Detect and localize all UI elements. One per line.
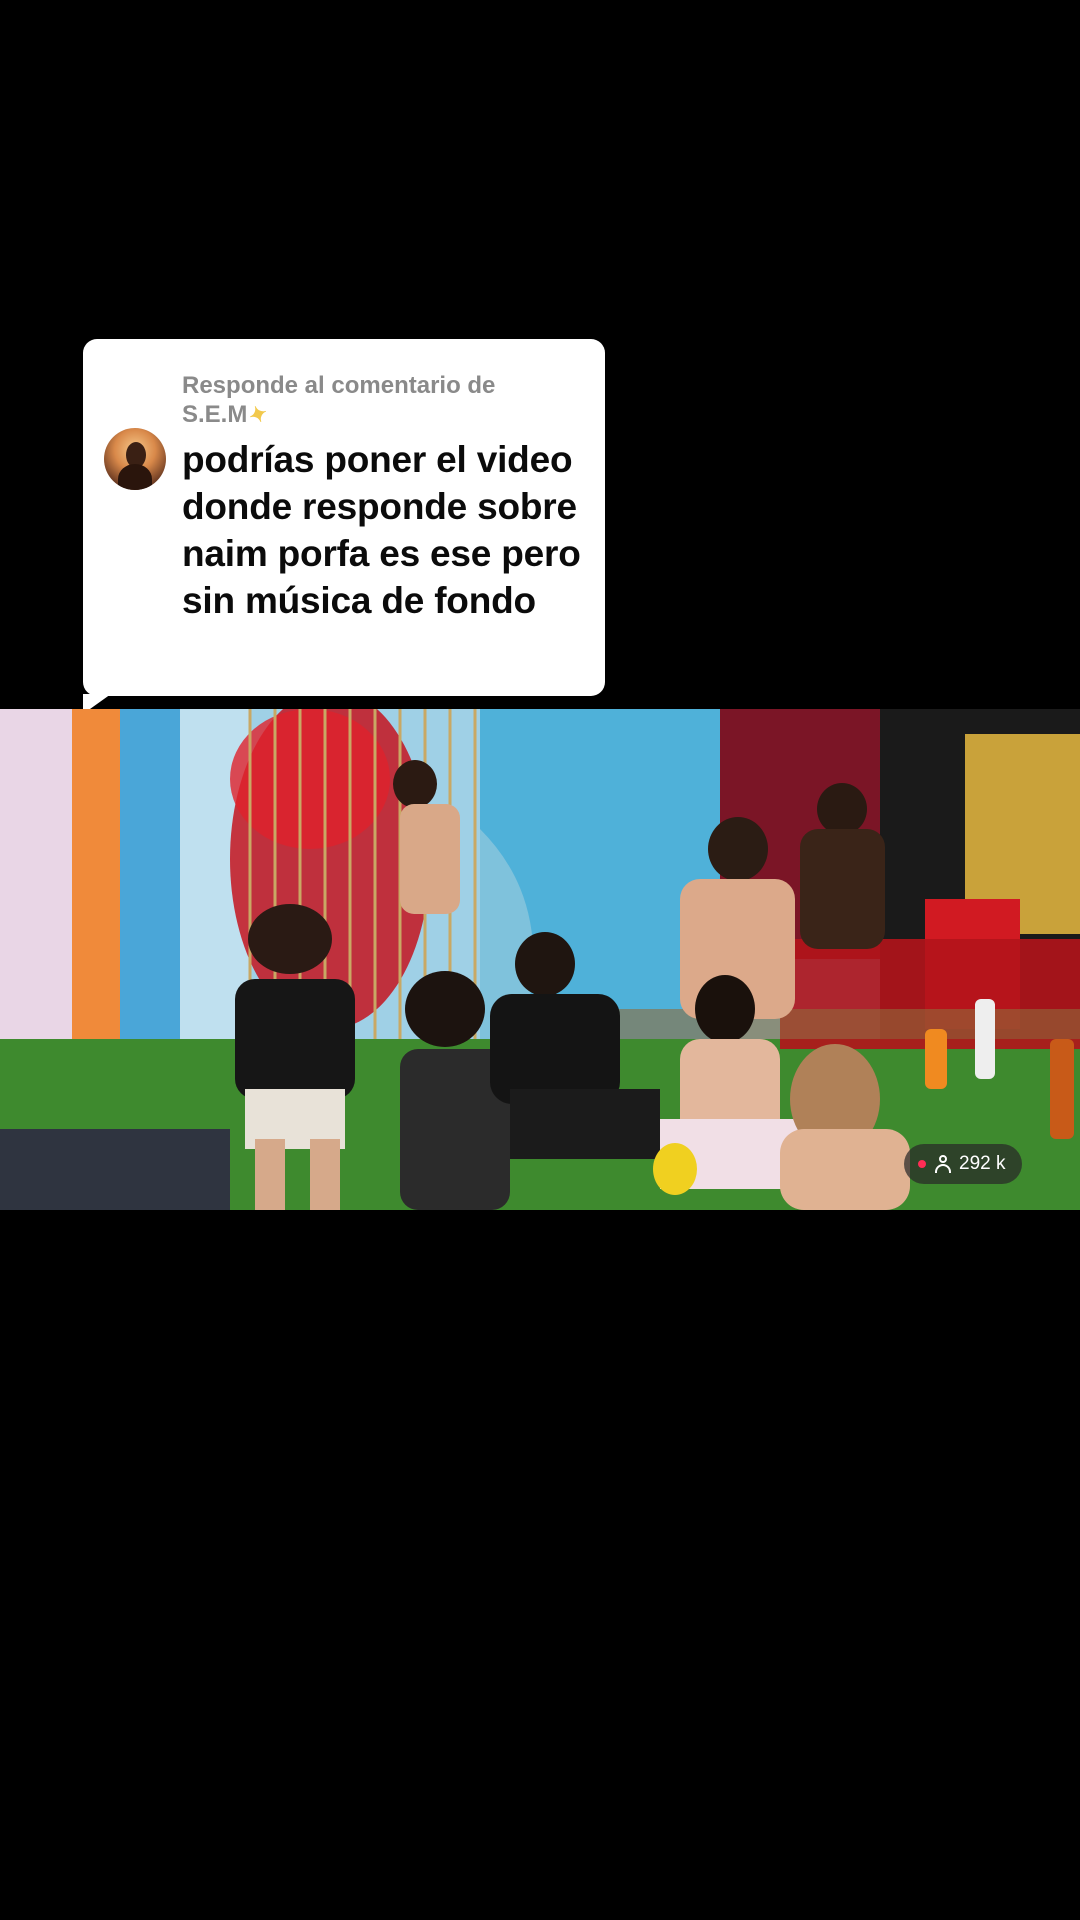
reply-comment-sticker[interactable]: Responde al comentario de S.E.M✦ podrías… [83,339,605,714]
reply-header: Responde al comentario de S.E.M✦ [182,371,582,429]
video-scene [0,709,1080,1210]
live-dot-icon [918,1160,926,1168]
live-viewer-badge[interactable]: 292 k [904,1144,1022,1184]
viewer-count: 292 k [959,1153,1006,1174]
video-screen[interactable]: Responde al comentario de S.E.M✦ podrías… [0,0,1080,1920]
reply-comment-text: podrías poner el video donde responde so… [182,439,581,621]
person-icon [935,1155,951,1173]
commenter-avatar[interactable] [104,428,166,490]
reply-header-label: Responde al comentario de [182,372,496,399]
reply-username: S.E.M [182,401,248,428]
video-frame[interactable] [0,709,1080,1210]
avatar-silhouette-body [118,464,152,490]
dizzy-sparkle-icon: ✦ [245,399,272,430]
